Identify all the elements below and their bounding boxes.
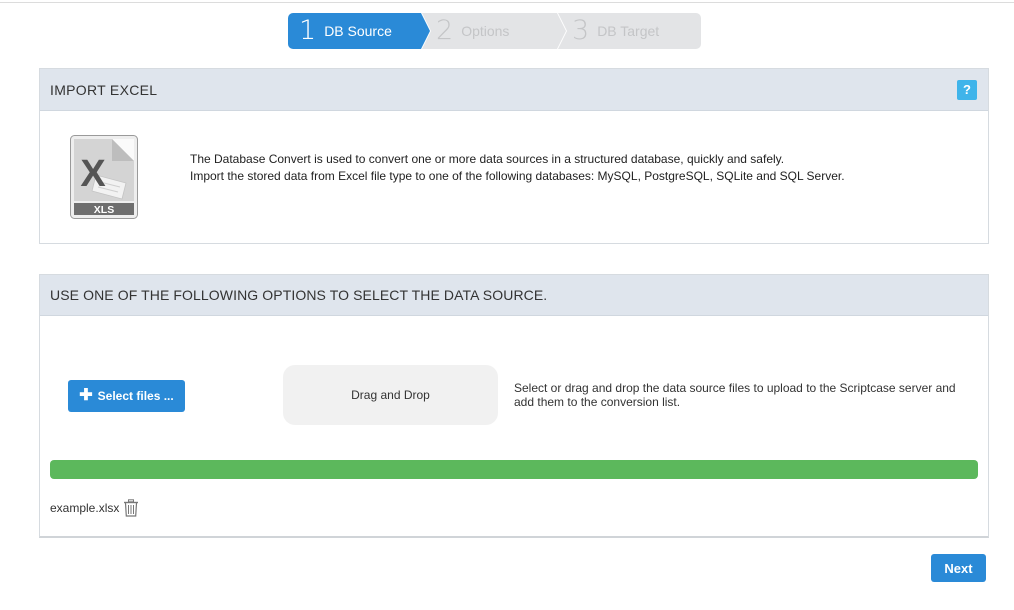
svg-text:X: X bbox=[80, 153, 106, 195]
select-files-label: Select files ... bbox=[97, 389, 174, 403]
step-number: 3 bbox=[572, 15, 590, 46]
panel-header: USE ONE OF THE FOLLOWING OPTIONS TO SELE… bbox=[40, 275, 988, 316]
description-line: Import the stored data from Excel file t… bbox=[190, 169, 845, 183]
upload-hint: Select or drag and drop the data source … bbox=[514, 381, 956, 409]
panel-title: USE ONE OF THE FOLLOWING OPTIONS TO SELE… bbox=[50, 287, 548, 303]
step-number: 2 bbox=[436, 15, 454, 46]
step-label: Options bbox=[461, 23, 510, 39]
data-source-panel: USE ONE OF THE FOLLOWING OPTIONS TO SELE… bbox=[39, 274, 989, 538]
upload-progress-bar bbox=[50, 460, 978, 479]
step-number: 1 bbox=[299, 15, 317, 46]
wizard-step-db-source[interactable]: 1 DB Source bbox=[288, 13, 430, 49]
drag-and-drop-zone[interactable]: Drag and Drop bbox=[283, 365, 498, 425]
wizard-step-db-target[interactable]: 3 DB Target bbox=[558, 13, 701, 49]
top-divider bbox=[0, 2, 1014, 3]
trash-icon[interactable] bbox=[123, 499, 139, 517]
wizard-step-options[interactable]: 2 Options bbox=[422, 13, 566, 49]
file-list-item: example.xlsx bbox=[50, 499, 139, 517]
select-files-button[interactable]: ✚ Select files ... bbox=[68, 380, 185, 412]
next-button[interactable]: Next bbox=[931, 554, 986, 582]
description: The Database Convert is used to convert … bbox=[190, 151, 845, 185]
xls-badge-label: XLS bbox=[94, 204, 114, 216]
step-label: DB Target bbox=[597, 23, 660, 39]
help-button[interactable]: ? bbox=[957, 80, 977, 100]
panel-header: IMPORT EXCEL bbox=[40, 69, 988, 111]
panel-title: IMPORT EXCEL bbox=[50, 81, 158, 98]
xls-file-icon: X XLS bbox=[70, 135, 138, 219]
wizard-steps: 1 DB Source 2 Options 3 DB Target bbox=[288, 13, 701, 49]
import-excel-panel: IMPORT EXCEL ? X XLS The Database Conver… bbox=[39, 68, 989, 244]
dropzone-label: Drag and Drop bbox=[351, 388, 430, 402]
step-label: DB Source bbox=[324, 23, 392, 39]
file-name: example.xlsx bbox=[50, 501, 120, 515]
description-line: The Database Convert is used to convert … bbox=[190, 152, 785, 166]
plus-icon: ✚ bbox=[79, 387, 93, 404]
